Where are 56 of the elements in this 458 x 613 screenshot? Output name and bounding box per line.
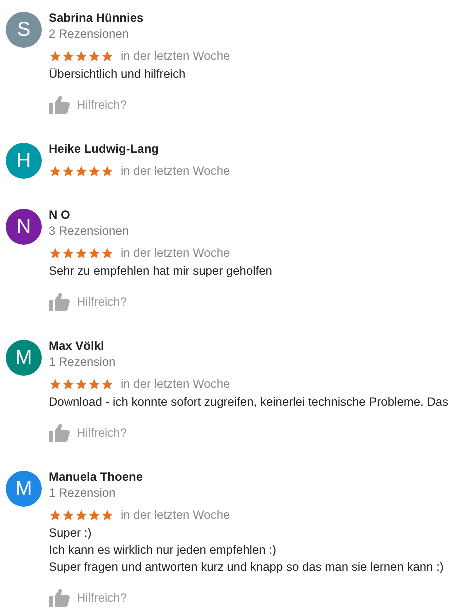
review-count: 1 Rezension — [49, 354, 117, 370]
thumbs-up-icon[interactable] — [49, 424, 70, 442]
review-text: Sehr zu empfehlen hat mir super geholfen — [49, 263, 272, 280]
star-icon — [101, 378, 114, 390]
star-icon — [101, 50, 114, 62]
star-icon — [101, 246, 114, 260]
reviewer-name: Sabrina Hünnies — [49, 10, 145, 26]
avatar: S — [6, 12, 42, 48]
thumbs-up-icon[interactable] — [49, 96, 70, 114]
star-icon — [101, 164, 114, 178]
review-text: Übersichtlich und hilfreich — [49, 66, 187, 83]
reviewer-name: Heike Ludwig-Lang — [49, 141, 160, 157]
helpful-link[interactable]: Hilfreich? — [77, 295, 128, 309]
star-icon — [62, 50, 75, 62]
review-count: 2 Rezensionen — [49, 26, 130, 42]
star-icon — [88, 164, 101, 178]
reviewer-name: Manuela Thoene — [49, 469, 144, 485]
star-icon — [49, 50, 62, 62]
helpful-link[interactable]: Hilfreich? — [77, 426, 128, 440]
star-icon — [88, 508, 101, 522]
reviewer-name: N O — [49, 207, 72, 223]
review-text: Download - ich konnte sofort zugreifen, keinerlei technische Probleme. Das — [49, 394, 449, 411]
review-time: in der letzten Woche — [121, 246, 230, 260]
star-icon — [75, 164, 88, 178]
avatar: N — [6, 209, 42, 245]
star-icon — [49, 378, 62, 390]
avatar: M — [6, 340, 42, 376]
star-icon — [62, 164, 75, 178]
star-icon — [62, 508, 75, 522]
star-icon — [75, 246, 88, 260]
star-icon — [62, 246, 75, 260]
review-time: in der letzten Woche — [121, 508, 230, 522]
star-icon — [49, 508, 62, 522]
star-icon — [75, 50, 88, 62]
star-icon — [62, 378, 75, 390]
review-time: in der letzten Woche — [121, 164, 230, 178]
reviewer-name: Max Völkl — [49, 338, 106, 354]
star-icon — [88, 50, 101, 62]
helpful-link[interactable]: Hilfreich? — [77, 591, 128, 605]
thumbs-up-icon[interactable] — [49, 589, 70, 607]
star-icon — [88, 378, 101, 390]
review-count: 3 Rezensionen — [49, 223, 130, 239]
star-icon — [88, 246, 101, 260]
star-icon — [75, 378, 88, 390]
review-count: 1 Rezension — [49, 485, 117, 501]
star-icon — [49, 164, 62, 178]
thumbs-up-icon[interactable] — [49, 293, 70, 311]
review-text: Super :) Ich kann es wirklich nur jeden empfehlen :) Super fragen und antworten kurz und knapp so das man sie lernen kann :) — [49, 525, 444, 576]
star-icon — [75, 508, 88, 522]
avatar: M — [6, 471, 42, 507]
star-icon — [49, 246, 62, 260]
review-time: in der letzten Woche — [121, 49, 230, 63]
avatar: H — [6, 143, 42, 179]
star-icon — [101, 508, 114, 522]
helpful-link[interactable]: Hilfreich? — [77, 98, 128, 112]
review-time: in der letzten Woche — [121, 377, 230, 391]
